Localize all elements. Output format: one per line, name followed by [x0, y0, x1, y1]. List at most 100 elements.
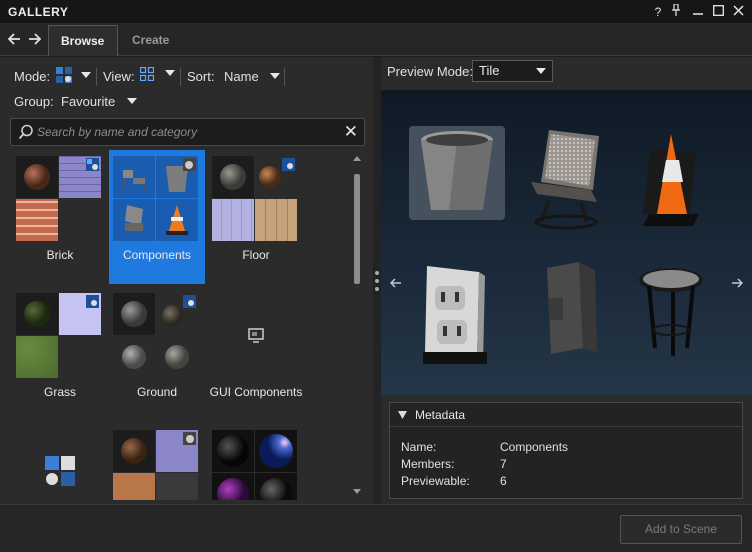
preview-mode-value: Tile — [479, 63, 500, 78]
texture-thumbnail — [113, 473, 155, 500]
search-input[interactable] — [37, 123, 337, 141]
gallery-item-grass[interactable]: Grass — [12, 287, 108, 421]
add-to-scene-button[interactable]: Add to Scene — [620, 515, 742, 544]
gallery-item-floor[interactable]: Floor — [208, 150, 304, 284]
scroll-down-icon[interactable] — [353, 489, 361, 494]
sphere-thumbnail — [113, 430, 155, 472]
gallery-item-label: Grass — [43, 385, 76, 399]
power-outlet-model[interactable] — [423, 266, 487, 364]
gallery-item-label: Brick — [46, 248, 74, 262]
gallery-grid: Brick Components Floor Grass Ground GUI … — [10, 150, 350, 500]
collapse-triangle-icon — [398, 411, 407, 419]
group-dropdown[interactable]: Favourite — [61, 94, 137, 109]
toolbar-separator — [96, 68, 97, 86]
gallery-item-components[interactable]: Components — [109, 150, 205, 284]
sphere-thumbnail — [212, 473, 254, 500]
preview-header: Preview Mode: Tile — [381, 57, 752, 89]
cone-thumbnail — [156, 199, 198, 241]
grass-texture-thumbnail — [16, 336, 58, 378]
sort-value: Name — [224, 69, 259, 84]
preview-prev-icon[interactable] — [389, 276, 402, 292]
sphere-thumbnail — [156, 336, 198, 378]
dark-cabinet-model[interactable] — [547, 262, 597, 354]
preview-panel: Preview Mode: Tile Metadata Name: Compon… — [381, 57, 752, 504]
minimize-icon[interactable] — [690, 3, 706, 21]
side-table-model[interactable] — [639, 268, 703, 356]
metadata-value: Components — [500, 440, 569, 454]
gallery-item-generic[interactable] — [12, 424, 108, 500]
chevron-down-icon — [270, 73, 281, 80]
texture-thumbnail — [59, 293, 101, 335]
sphere-thumbnail — [255, 156, 297, 198]
forward-arrow-icon[interactable] — [27, 32, 43, 48]
scroll-up-icon[interactable] — [353, 156, 361, 161]
tab-bar: Browse Create — [0, 24, 752, 56]
scrollbar-thumb[interactable] — [354, 174, 360, 284]
back-arrow-icon[interactable] — [6, 32, 22, 48]
gallery-item-brick[interactable]: Brick — [12, 150, 108, 284]
sort-label: Sort: — [187, 69, 215, 84]
clear-search-icon[interactable]: ✕ — [344, 122, 358, 142]
office-chair-model[interactable] — [531, 130, 599, 230]
metadata-row-members: Members: 7 — [401, 457, 507, 471]
metadata-panel: Metadata Name: Components Members: 7 Previ… — [389, 402, 743, 499]
sphere-thumbnail — [255, 430, 297, 472]
splitter-grip — [375, 279, 379, 283]
sphere-thumbnail — [255, 473, 297, 500]
texture-thumbnail — [156, 430, 198, 472]
maximize-icon[interactable] — [710, 3, 726, 21]
preview-viewport — [381, 90, 752, 395]
texture-thumbnail — [59, 156, 101, 198]
mode-label: Mode: — [14, 69, 51, 84]
preview-mode-dropdown[interactable]: Tile — [472, 60, 553, 82]
sphere-thumbnail — [212, 156, 254, 198]
view-dropdown[interactable] — [139, 66, 175, 84]
search-icon — [18, 124, 33, 140]
tab-browse[interactable]: Browse — [48, 25, 118, 56]
sphere-thumbnail — [113, 293, 155, 335]
search-box[interactable]: ✕ — [10, 118, 365, 146]
close-icon[interactable] — [730, 3, 746, 21]
metadata-row-previewable: Previewable: 6 — [401, 474, 507, 488]
pin-icon[interactable] — [668, 3, 684, 21]
group-value: Favourite — [61, 94, 116, 109]
window-title: GALLERY — [8, 5, 69, 19]
sphere-thumbnail — [212, 430, 254, 472]
tile-texture-thumbnail — [212, 199, 254, 241]
chevron-down-icon — [126, 98, 137, 105]
metadata-value: 7 — [500, 457, 507, 471]
gallery-item-generic[interactable] — [208, 424, 304, 500]
tab-create[interactable]: Create — [120, 25, 180, 56]
splitter-grip — [375, 271, 379, 275]
traffic-cone-model[interactable] — [643, 134, 699, 226]
metadata-key: Previewable: — [401, 474, 470, 488]
gallery-item-generic[interactable] — [109, 424, 205, 500]
gallery-item-ground[interactable]: Ground — [109, 287, 205, 421]
sphere-thumbnail — [16, 293, 58, 335]
gallery-item-gui-components[interactable]: GUI Components — [208, 287, 304, 421]
metadata-header[interactable]: Metadata — [390, 403, 742, 427]
splitter-grip — [375, 287, 379, 291]
mode-icon — [56, 67, 72, 83]
panel-splitter[interactable] — [373, 57, 381, 504]
help-icon[interactable]: ? — [650, 3, 666, 21]
chevron-down-icon — [164, 69, 175, 76]
chair-thumbnail — [113, 199, 155, 241]
toolbar-separator — [180, 68, 181, 86]
brick-texture-thumbnail — [16, 199, 58, 241]
metadata-title: Metadata — [415, 408, 466, 422]
sort-dropdown[interactable]: Name — [224, 69, 281, 84]
toolbar-separator — [284, 68, 285, 86]
gallery-scrollbar[interactable] — [352, 154, 362, 496]
mode-dropdown[interactable] — [56, 67, 91, 86]
gui-components-icon — [235, 314, 277, 356]
preview-next-icon[interactable] — [731, 276, 744, 292]
gallery-item-label: Components — [122, 248, 192, 262]
footer-bar: Add to Scene — [0, 504, 752, 552]
texture-thumbnail — [156, 473, 198, 500]
group-label: Group: — [14, 94, 54, 109]
grid-view-icon — [139, 66, 155, 82]
waste-bin-model[interactable] — [421, 131, 493, 210]
gallery-item-label: Ground — [136, 385, 178, 399]
sphere-thumbnail — [113, 336, 155, 378]
